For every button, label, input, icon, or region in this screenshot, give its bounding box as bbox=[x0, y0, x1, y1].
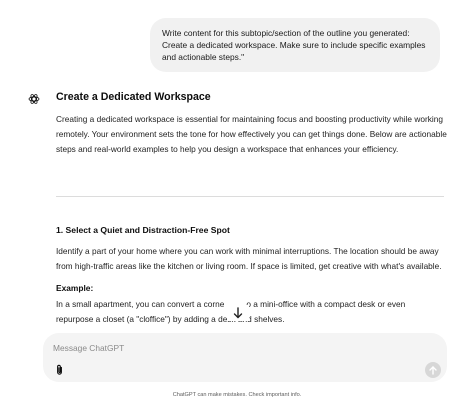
send-message-button[interactable] bbox=[425, 362, 441, 378]
disclaimer-text: ChatGPT can make mistakes. Check importa… bbox=[172, 392, 302, 398]
message-input[interactable] bbox=[53, 341, 393, 355]
example-paragraph: In a small apartment, you can convert a … bbox=[56, 297, 448, 327]
arrow-up-icon bbox=[429, 365, 437, 375]
example-line-2: repurpose a closet (a "cloffice") by add… bbox=[56, 314, 285, 324]
openai-logo-icon bbox=[28, 92, 40, 104]
example-line-part-1: In a small apartment, you can convert a … bbox=[56, 299, 225, 309]
answer-heading: Create a Dedicated Workspace bbox=[56, 91, 211, 103]
message-composer bbox=[43, 333, 447, 382]
section-body-paragraph: Identify a part of your home where you c… bbox=[56, 246, 442, 271]
paperclip-icon bbox=[56, 364, 62, 375]
section-divider bbox=[56, 196, 444, 197]
assistant-answer: Create a Dedicated Workspace Creating a … bbox=[56, 90, 448, 157]
example-line-part-2: o a mini-office with a compact desk or e… bbox=[246, 299, 406, 309]
example-label: Example: bbox=[56, 283, 94, 293]
scroll-to-bottom-button[interactable] bbox=[227, 305, 249, 321]
user-message-text: Write content for this subtopic/section … bbox=[162, 28, 426, 62]
answer-section: 1. Select a Quiet and Distraction-Free S… bbox=[56, 224, 448, 335]
section-heading: 1. Select a Quiet and Distraction-Free S… bbox=[56, 225, 230, 235]
attach-file-button[interactable] bbox=[53, 363, 65, 377]
arrow-down-icon bbox=[233, 307, 243, 319]
answer-intro-paragraph: Creating a dedicated workspace is essent… bbox=[56, 114, 447, 154]
user-message-bubble: Write content for this subtopic/section … bbox=[150, 18, 440, 72]
